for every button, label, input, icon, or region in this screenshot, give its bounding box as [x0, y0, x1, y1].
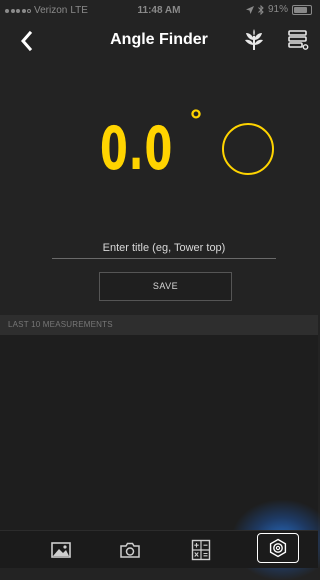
section-header-last-measurements: LAST 10 MEASUREMENTS — [0, 315, 318, 335]
camera-icon — [120, 542, 140, 558]
tab-calculator[interactable] — [176, 531, 226, 568]
location-arrow-icon — [245, 5, 254, 14]
bluetooth-icon — [258, 4, 264, 15]
stack-menu-icon — [288, 30, 309, 50]
save-button[interactable]: SAVE — [99, 272, 232, 301]
status-right: 91% — [245, 4, 312, 15]
plant-icon — [245, 29, 263, 50]
page-title: Angle Finder — [110, 31, 208, 48]
tab-gallery[interactable] — [36, 531, 86, 568]
level-circle-icon — [222, 123, 274, 175]
tab-settings[interactable] — [257, 533, 299, 563]
gallery-icon — [51, 541, 71, 558]
angle-value: 0.0 — [100, 114, 173, 184]
nav-bar: Angle Finder — [0, 20, 318, 62]
degree-symbol: ° — [190, 104, 202, 137]
calculator-icon — [191, 539, 211, 560]
battery-fill — [294, 6, 307, 13]
menu-button[interactable] — [286, 28, 310, 52]
tab-camera[interactable] — [105, 531, 155, 568]
settings-icon — [269, 538, 287, 558]
battery-icon — [292, 4, 312, 15]
title-input[interactable] — [52, 238, 276, 259]
plant-button[interactable] — [242, 28, 266, 52]
status-bar: Verizon LTE 11:48 AM 91% — [0, 0, 318, 20]
battery-percent: 91% — [267, 4, 288, 15]
